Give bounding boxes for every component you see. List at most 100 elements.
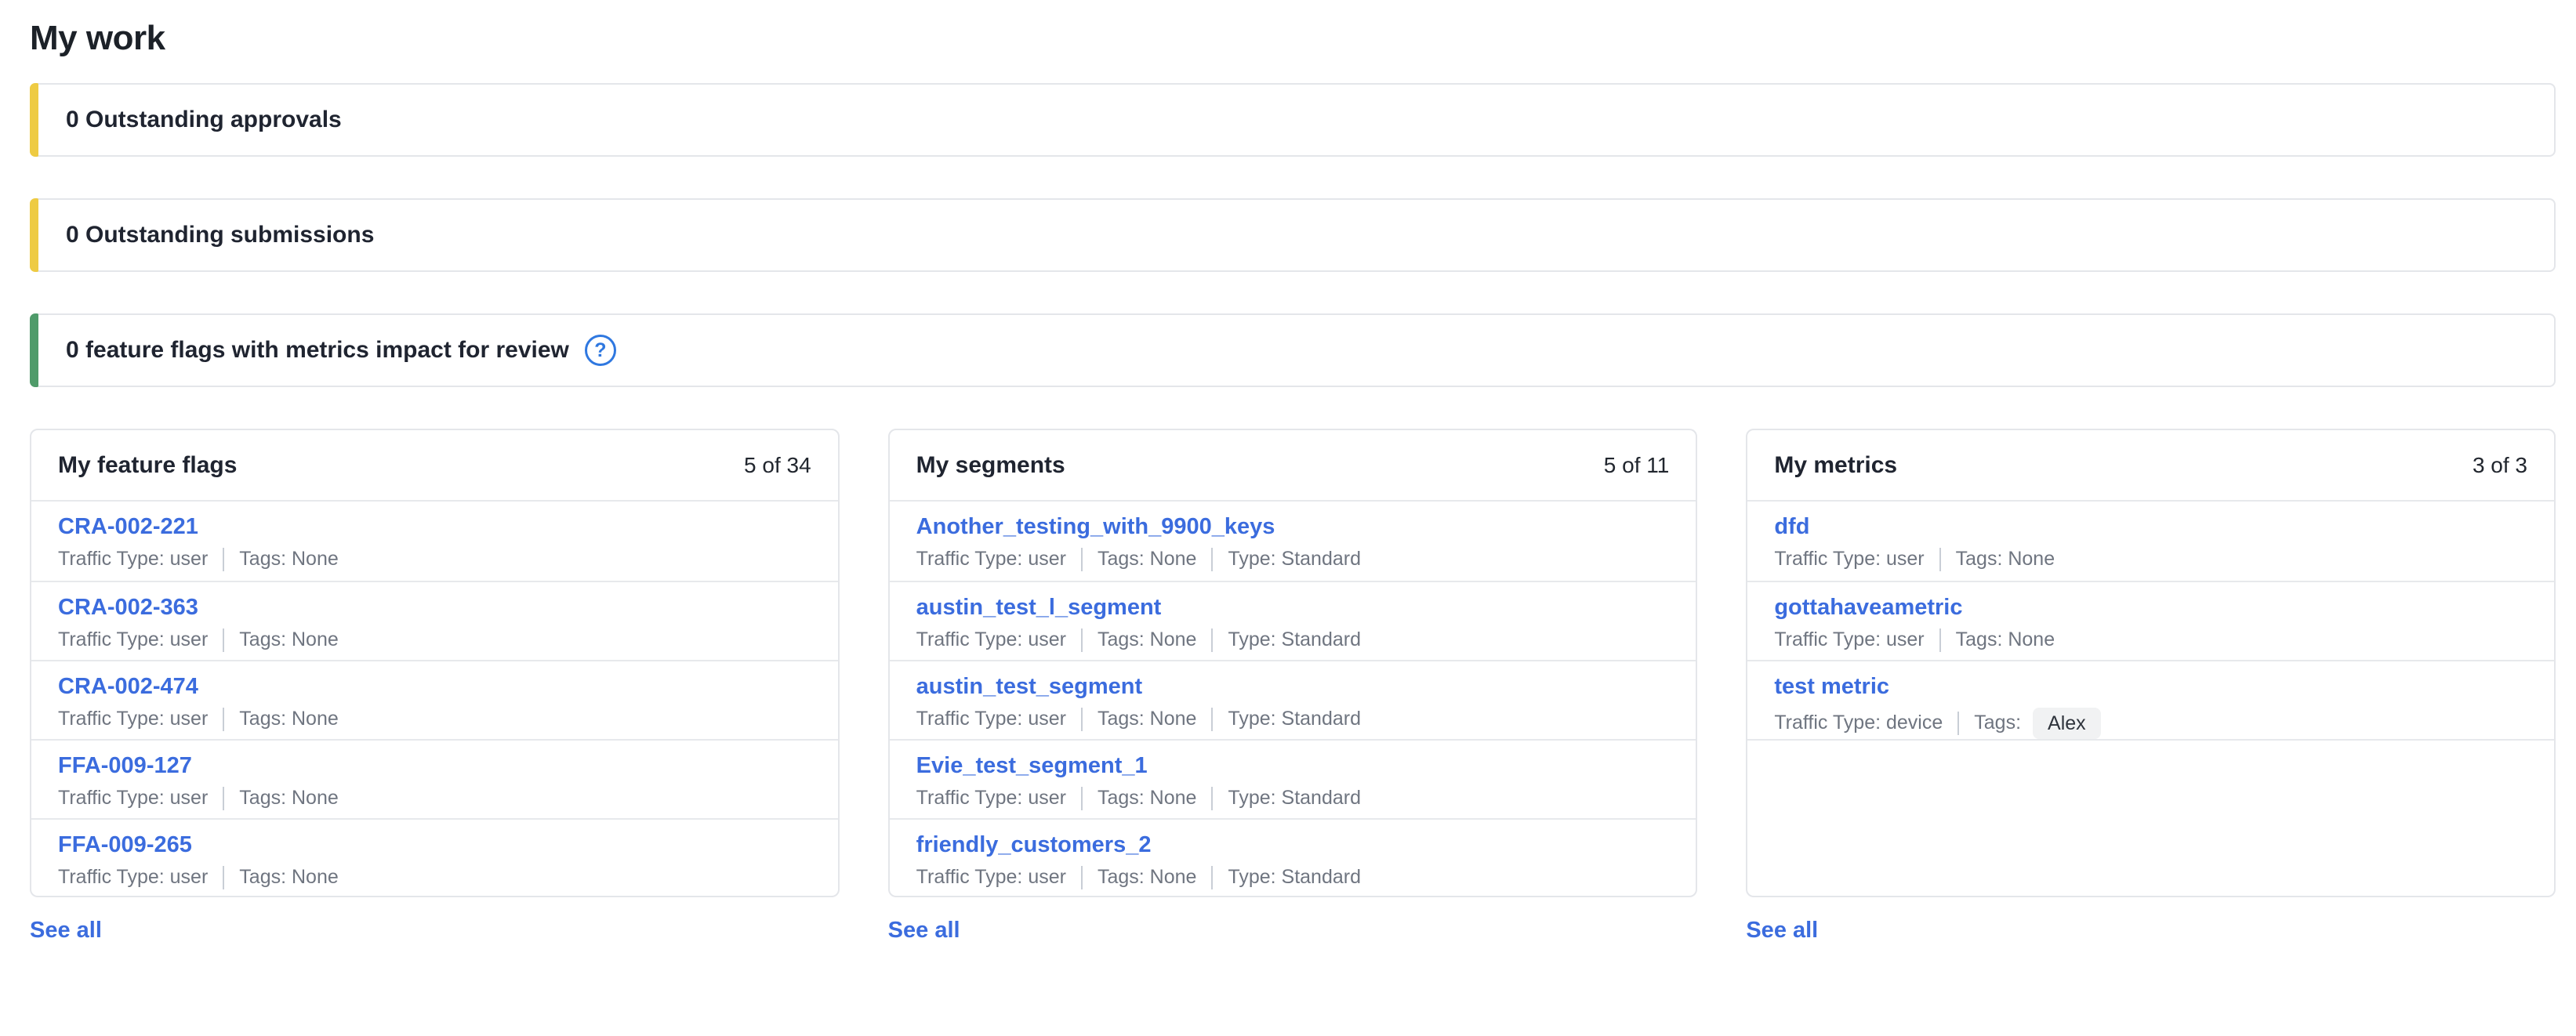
my-work-page: My work 0 Outstanding approvals 0 Outsta…	[0, 0, 2576, 944]
list-item: FFA-009-127 Traffic Type: userTags: None	[31, 739, 838, 818]
feature-flag-link[interactable]: CRA-002-221	[58, 513, 198, 541]
traffic-type: Traffic Type: user	[1774, 548, 1924, 571]
segment-link[interactable]: friendly_customers_2	[916, 831, 1152, 859]
list-item: austin_test_segment Traffic Type: user Ta…	[890, 660, 1696, 739]
tags: Tags: None	[1098, 628, 1196, 651]
tags: Tags: None	[1956, 628, 2055, 651]
feature-flags-list: CRA-002-221 Traffic Type: user Tags: None…	[31, 502, 838, 897]
item-meta: Traffic Type: deviceTags:Alex	[1774, 708, 2527, 739]
banner-accent-bar	[30, 83, 38, 157]
see-all-segments-link[interactable]: See all	[888, 918, 960, 944]
tags: Tags: None	[239, 866, 338, 889]
tags: Tags: None	[1098, 866, 1196, 889]
segment-type: Type: Standard	[1228, 548, 1361, 571]
segment-link[interactable]: Another_testing_with_9900_keys	[916, 513, 1275, 541]
meta-divider	[1939, 628, 1941, 652]
list-item: austin_test_l_segment Traffic Type: user…	[890, 581, 1696, 660]
traffic-type: Traffic Type: user	[58, 787, 208, 810]
tags: Tags: None	[1098, 548, 1196, 571]
banner-accent-bar	[30, 198, 38, 272]
meta-divider	[223, 866, 224, 889]
metrics-column: My metrics 3 of 3 dfd Traffic Type: user…	[1746, 429, 2556, 944]
traffic-type: Traffic Type: user	[916, 787, 1066, 810]
card-count: 5 of 34	[744, 453, 811, 478]
item-meta: Traffic Type: user Tags: None	[58, 866, 811, 889]
card-count: 3 of 3	[2473, 453, 2527, 478]
outstanding-submissions-banner: 0 Outstanding submissions	[30, 198, 2556, 272]
traffic-type: Traffic Type: user	[58, 628, 208, 651]
segment-link[interactable]: austin_test_l_segment	[916, 594, 1162, 621]
banner-text: 0 Outstanding submissions	[66, 222, 374, 248]
metrics-list: dfd Traffic Type: user Tags: None gottaha…	[1747, 502, 2554, 896]
traffic-type: Traffic Type: device	[1774, 712, 1943, 734]
segment-type: Type: Standard	[1228, 708, 1361, 730]
list-item: CRA-002-363 Traffic Type: user Tags: None	[31, 581, 838, 660]
meta-divider	[223, 708, 224, 731]
feature-flag-link[interactable]: CRA-002-363	[58, 594, 198, 621]
traffic-type: Traffic Type: user	[916, 708, 1066, 730]
meta-divider	[1211, 866, 1213, 889]
traffic-type: Traffic Type: user	[1774, 628, 1924, 651]
card-title: My segments	[916, 452, 1065, 479]
metrics-impact-banner: 0 feature flags with metrics impact for …	[30, 313, 2556, 387]
metric-link[interactable]: gottahaveametric	[1774, 594, 1962, 621]
segment-link[interactable]: austin_test_segment	[916, 673, 1143, 701]
status-banners: 0 Outstanding approvals 0 Outstanding su…	[30, 83, 2556, 387]
list-item: FFA-009-265 Traffic Type: user Tags: None	[31, 818, 838, 897]
list-item: CRA-002-221 Traffic Type: user Tags: None	[31, 502, 838, 581]
meta-divider	[1939, 548, 1941, 571]
item-meta: Traffic Type: userTags: NoneType: Standa…	[916, 866, 1670, 889]
meta-divider	[1211, 628, 1213, 652]
traffic-type: Traffic Type: user	[58, 866, 208, 889]
feature-flag-link[interactable]: FFA-009-127	[58, 752, 192, 780]
meta-divider	[1081, 787, 1083, 810]
my-feature-flags-card: My feature flags 5 of 34 CRA-002-221 Tra…	[30, 429, 840, 897]
item-meta: Traffic Type: userTags: None	[58, 787, 811, 810]
metric-link[interactable]: test metric	[1774, 673, 1889, 701]
feature-flag-link[interactable]: CRA-002-474	[58, 673, 198, 701]
traffic-type: Traffic Type: user	[916, 628, 1066, 651]
list-item: CRA-002-474 Traffic Type: userTags: None	[31, 660, 838, 739]
card-title: My feature flags	[58, 452, 237, 479]
item-meta: Traffic Type: user Tags: None Type: Standa…	[916, 548, 1670, 571]
my-segments-card: My segments 5 of 11 Another_testing_with…	[888, 429, 1698, 897]
tags: Tags: None	[239, 548, 338, 571]
banner-accent-bar	[30, 313, 38, 387]
feature-flags-column: My feature flags 5 of 34 CRA-002-221 Tra…	[30, 429, 840, 944]
tags: Tags: None	[239, 628, 338, 651]
item-meta: Traffic Type: userTags: None	[58, 708, 811, 731]
see-all-feature-flags-link[interactable]: See all	[30, 918, 102, 944]
traffic-type: Traffic Type: user	[916, 548, 1066, 571]
meta-divider	[1081, 548, 1083, 571]
meta-divider	[223, 787, 224, 810]
page-title: My work	[30, 19, 2556, 58]
list-item: friendly_customers_2 Traffic Type: userT…	[890, 818, 1696, 897]
meta-divider	[1211, 548, 1213, 571]
feature-flag-link[interactable]: FFA-009-265	[58, 831, 192, 859]
card-header: My feature flags 5 of 34	[31, 430, 838, 502]
outstanding-approvals-banner: 0 Outstanding approvals	[30, 83, 2556, 157]
item-meta: Traffic Type: user Tags: None	[1774, 548, 2527, 571]
tags: Tags: None	[239, 708, 338, 730]
tags: Tags: None	[1098, 787, 1196, 810]
segment-link[interactable]: Evie_test_segment_1	[916, 752, 1148, 780]
question-circle-icon[interactable]: ?	[585, 335, 616, 366]
segment-type: Type: Standard	[1228, 866, 1361, 889]
tags: Tags: None	[1956, 548, 2055, 571]
meta-divider	[1211, 787, 1213, 810]
metric-link[interactable]: dfd	[1774, 513, 1809, 541]
tags: Tags: None	[1098, 708, 1196, 730]
item-meta: Traffic Type: user Tags: None Type: Standa…	[916, 628, 1670, 652]
banner-text: 0 feature flags with metrics impact for …	[66, 337, 569, 364]
my-metrics-card: My metrics 3 of 3 dfd Traffic Type: user…	[1746, 429, 2556, 897]
item-meta: Traffic Type: user Tags: None	[58, 548, 811, 571]
segment-type: Type: Standard	[1228, 628, 1361, 651]
meta-divider	[223, 548, 224, 571]
traffic-type: Traffic Type: user	[58, 548, 208, 571]
item-meta: Traffic Type: user Tags: None Type: Standa…	[916, 708, 1670, 731]
segments-list: Another_testing_with_9900_keys Traffic T…	[890, 502, 1696, 897]
see-all-metrics-link[interactable]: See all	[1746, 918, 1818, 944]
list-item: Evie_test_segment_1 Traffic Type: user Ta…	[890, 739, 1696, 818]
card-title: My metrics	[1774, 452, 1897, 479]
banner-text: 0 Outstanding approvals	[66, 107, 342, 133]
